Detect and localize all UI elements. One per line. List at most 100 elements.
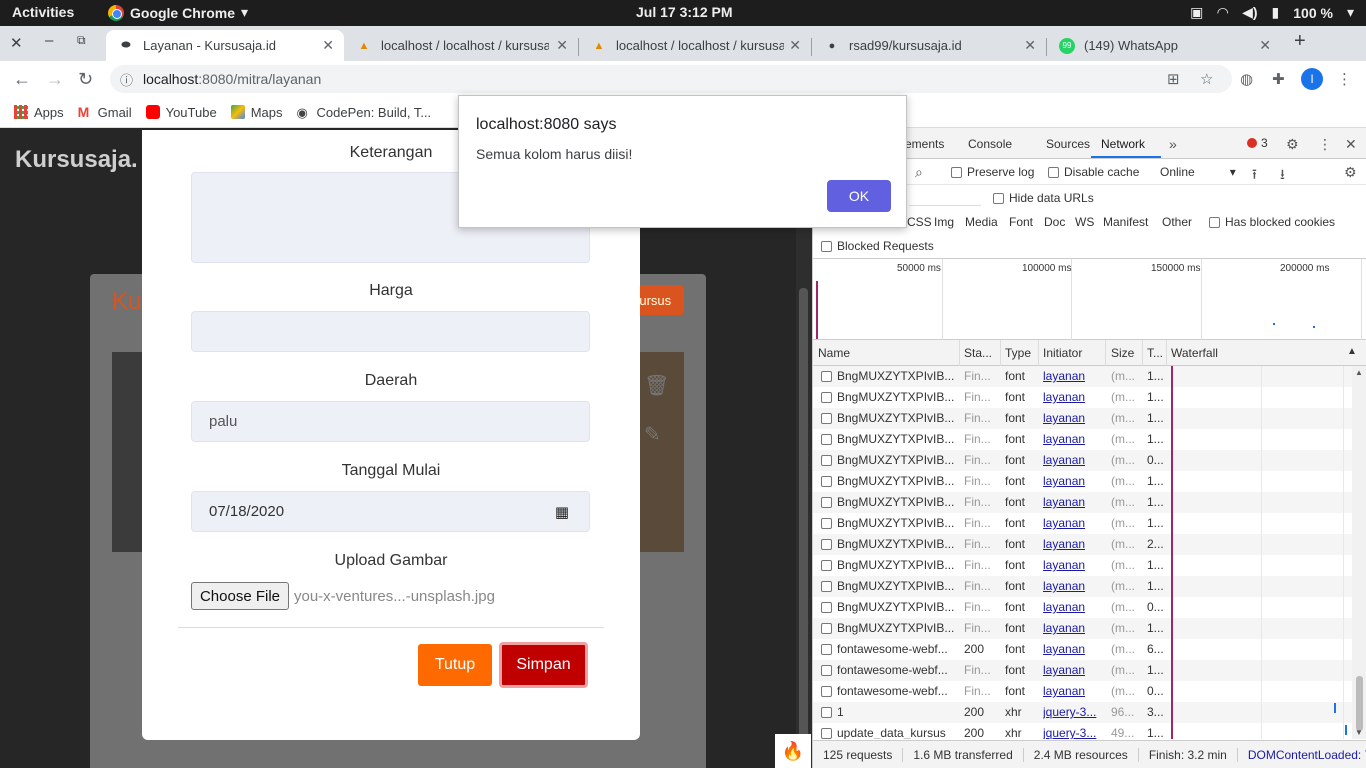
minimize-window-icon[interactable]: – <box>45 32 53 49</box>
network-scrollbar[interactable]: ▲ ▼ <box>1352 366 1366 739</box>
cell-initiator[interactable]: layanan <box>1043 453 1103 467</box>
filter-ws[interactable]: WS <box>1075 215 1094 229</box>
tab-layanan[interactable]: ⬬ Layanan - Kursusaja.id ✕ <box>106 30 344 61</box>
col-size[interactable]: Size <box>1111 346 1141 360</box>
alert-ok-button[interactable]: OK <box>827 180 891 212</box>
app-menu[interactable]: Google Chrome ▾ <box>108 4 248 21</box>
activities-button[interactable]: Activities <box>12 4 74 20</box>
network-request-row[interactable]: BngMUXZYTXPIvIB... Fin... font layanan (m...… <box>813 555 1366 576</box>
network-request-row[interactable]: BngMUXZYTXPIvIB... Fin... font layanan (m...… <box>813 576 1366 597</box>
network-request-row[interactable]: fontawesome-webf... 200 font layanan (m... 6.… <box>813 639 1366 660</box>
filter-other[interactable]: Other <box>1162 215 1192 229</box>
tab-whatsapp[interactable]: 99 (149) WhatsApp ✕ <box>1047 30 1281 61</box>
cell-initiator[interactable]: layanan <box>1043 432 1103 446</box>
site-logo[interactable]: Kursusaja. <box>15 146 138 174</box>
bookmark-codepen[interactable]: ◉ CodePen: Build, T... <box>296 105 431 121</box>
network-request-list[interactable]: BngMUXZYTXPIvIB... Fin... font layanan (m...… <box>813 366 1366 739</box>
network-request-row[interactable]: BngMUXZYTXPIvIB... Fin... font layanan (m...… <box>813 534 1366 555</box>
forward-icon[interactable]: → <box>46 69 64 90</box>
more-tabs-icon[interactable]: » <box>1169 136 1177 152</box>
col-initiator[interactable]: Initiator <box>1043 346 1103 360</box>
close-tab-icon[interactable]: ✕ <box>322 37 334 54</box>
hide-data-urls-checkbox[interactable]: Hide data URLs <box>993 191 1094 205</box>
tutup-button[interactable]: Tutup <box>418 644 492 686</box>
devtools-menu-icon[interactable]: ⋮ <box>1318 136 1332 153</box>
cell-initiator[interactable]: layanan <box>1043 621 1103 635</box>
fire-icon[interactable]: 🔥 <box>775 734 811 768</box>
cell-initiator[interactable]: jquery-3... <box>1043 726 1103 739</box>
bookmark-apps[interactable]: Apps <box>14 105 64 120</box>
tab-github[interactable]: ● rsad99/kursusaja.id ✕ <box>812 30 1046 61</box>
cell-initiator[interactable]: layanan <box>1043 558 1103 572</box>
cell-initiator[interactable]: layanan <box>1043 516 1103 530</box>
network-settings-icon[interactable]: ⚙ <box>1344 164 1357 181</box>
bookmark-gmail[interactable]: M Gmail <box>78 105 132 120</box>
menu-kebab-icon[interactable]: ⋮ <box>1337 70 1352 88</box>
close-tab-icon[interactable]: ✕ <box>556 37 568 54</box>
tab-sources[interactable]: Sources <box>1046 137 1090 151</box>
network-request-row[interactable]: BngMUXZYTXPIvIB... Fin... font layanan (m...… <box>813 471 1366 492</box>
close-tab-icon[interactable]: ✕ <box>1024 37 1036 54</box>
network-request-row[interactable]: BngMUXZYTXPIvIB... Fin... font layanan (m...… <box>813 366 1366 387</box>
preserve-log-checkbox[interactable]: Preserve log <box>951 165 1034 179</box>
address-bar[interactable]: ⓘ localhost:8080/mitra/layanan <box>110 65 1232 93</box>
cell-initiator[interactable]: layanan <box>1043 579 1103 593</box>
close-devtools-icon[interactable]: ✕ <box>1345 136 1357 153</box>
cell-initiator[interactable]: layanan <box>1043 642 1103 656</box>
cell-initiator[interactable]: layanan <box>1043 537 1103 551</box>
col-waterfall[interactable]: Waterfall <box>1171 346 1271 360</box>
cell-initiator[interactable]: layanan <box>1043 390 1103 404</box>
network-request-row[interactable]: update_data_kursus 200 xhr jquery-3... 49...… <box>813 723 1366 739</box>
harga-input[interactable] <box>191 311 590 352</box>
globe-icon[interactable]: ◍ <box>1240 70 1253 88</box>
tab-phpmyadmin-1[interactable]: ▲ localhost / localhost / kursusaj ✕ <box>344 30 578 61</box>
disable-cache-checkbox[interactable]: Disable cache <box>1048 165 1139 179</box>
filter-doc[interactable]: Doc <box>1044 215 1065 229</box>
choose-file-button[interactable]: Choose File <box>191 582 289 610</box>
network-request-row[interactable]: BngMUXZYTXPIvIB... Fin... font layanan (m...… <box>813 618 1366 639</box>
bookmark-maps[interactable]: Maps <box>230 105 282 120</box>
network-request-row[interactable]: BngMUXZYTXPIvIB... Fin... font layanan (m...… <box>813 387 1366 408</box>
network-request-row[interactable]: BngMUXZYTXPIvIB... Fin... font layanan (m...… <box>813 492 1366 513</box>
tab-network[interactable]: Network <box>1101 137 1145 151</box>
network-request-row[interactable]: 1 200 xhr jquery-3... 96... 3... <box>813 702 1366 723</box>
filter-manifest[interactable]: Manifest <box>1103 215 1148 229</box>
cell-initiator[interactable]: layanan <box>1043 411 1103 425</box>
throttling-select[interactable]: Online ▾ <box>1160 165 1236 179</box>
network-request-row[interactable]: BngMUXZYTXPIvIB... Fin... font layanan (m...… <box>813 450 1366 471</box>
has-blocked-cookies-checkbox[interactable]: Has blocked cookies <box>1209 215 1335 229</box>
translate-icon[interactable]: ⊞ <box>1167 70 1180 88</box>
filter-css[interactable]: CSS <box>907 215 932 229</box>
back-icon[interactable]: ← <box>13 69 31 90</box>
reload-icon[interactable]: ↻ <box>78 69 93 90</box>
cell-initiator[interactable]: jquery-3... <box>1043 705 1103 719</box>
close-window-icon[interactable]: ✕ <box>10 34 23 52</box>
trash-icon[interactable]: 🗑 <box>644 373 669 398</box>
star-icon[interactable]: ☆ <box>1200 70 1213 88</box>
col-name[interactable]: Name <box>818 346 958 360</box>
new-tab-icon[interactable]: + <box>1294 30 1306 53</box>
system-tray[interactable]: ▣ ◠ ◀) ▮ 100 % ▾ <box>1190 4 1354 21</box>
tanggal-mulai-input[interactable]: 07/18/2020 ▦ <box>191 491 590 532</box>
network-request-row[interactable]: fontawesome-webf... Fin... font layanan (m..… <box>813 660 1366 681</box>
tab-console[interactable]: Console <box>968 137 1012 151</box>
network-request-row[interactable]: fontawesome-webf... Fin... font layanan (m..… <box>813 681 1366 702</box>
tab-phpmyadmin-2[interactable]: ▲ localhost / localhost / kursusaj ✕ <box>579 30 811 61</box>
tab-elements[interactable]: ements <box>905 137 944 151</box>
pencil-icon[interactable]: ✎ <box>644 422 661 447</box>
cell-initiator[interactable]: layanan <box>1043 495 1103 509</box>
info-icon[interactable]: ⓘ <box>120 70 133 89</box>
filter-font[interactable]: Font <box>1009 215 1033 229</box>
network-request-row[interactable]: BngMUXZYTXPIvIB... Fin... font layanan (m...… <box>813 513 1366 534</box>
settings-gear-icon[interactable]: ⚙ <box>1286 136 1299 153</box>
cell-initiator[interactable]: layanan <box>1043 369 1103 383</box>
filter-img[interactable]: Img <box>934 215 954 229</box>
col-type[interactable]: Type <box>1005 346 1035 360</box>
extensions-icon[interactable]: ✚ <box>1272 70 1285 88</box>
blocked-requests-checkbox[interactable]: Blocked Requests <box>821 239 934 253</box>
filter-input[interactable] <box>909 189 981 206</box>
sort-up-icon[interactable]: ▲ <box>1347 346 1357 357</box>
calendar-icon[interactable]: ▦ <box>555 503 569 521</box>
network-overview[interactable]: 50000 ms 100000 ms 150000 ms 200000 ms <box>813 259 1366 340</box>
error-badge[interactable]: 3 <box>1247 136 1268 150</box>
